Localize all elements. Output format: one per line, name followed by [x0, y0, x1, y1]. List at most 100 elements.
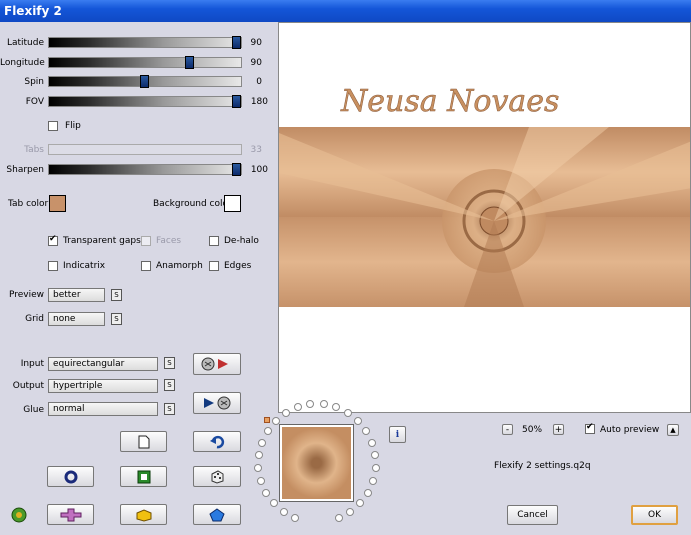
cube-icon	[136, 508, 151, 522]
output-label: Output	[12, 381, 44, 391]
grid-s-button[interactable]: S	[111, 313, 122, 325]
spin-value: 0	[256, 77, 262, 87]
background-color-swatch[interactable]	[224, 195, 241, 212]
longitude-slider[interactable]	[48, 56, 242, 69]
navigator-dot[interactable]	[269, 499, 278, 508]
navigator-dot[interactable]	[263, 426, 272, 435]
latitude-label: Latitude	[6, 38, 44, 48]
background-color-label: Background color	[153, 199, 232, 209]
fov-label: FOV	[25, 97, 44, 107]
glue-select[interactable]: normal	[48, 402, 158, 416]
output-s-button[interactable]: S	[164, 379, 175, 391]
tabs-slider	[48, 144, 242, 155]
navigator-dot[interactable]	[346, 507, 355, 516]
tab-color-swatch[interactable]	[49, 195, 66, 212]
navigator-dot[interactable]	[369, 476, 378, 485]
navigator-thumbnail[interactable]	[279, 424, 354, 502]
navigator-dot[interactable]	[254, 464, 263, 473]
auto-preview-checkbox[interactable]	[585, 422, 595, 434]
square-shape-button[interactable]	[120, 466, 167, 487]
flip-checkbox[interactable]	[48, 121, 58, 131]
longitude-slider-thumb[interactable]	[185, 56, 194, 69]
edges-label: Edges	[224, 261, 252, 271]
de-halo-checkbox[interactable]	[209, 236, 219, 246]
anamorph-label: Anamorph	[156, 261, 203, 271]
cancel-button[interactable]: Cancel	[507, 505, 558, 525]
navigator-dot[interactable]	[362, 426, 371, 435]
auto-preview-label: Auto preview	[600, 425, 660, 435]
preview-canvas[interactable]: Neusa Novaes	[278, 22, 691, 413]
glue-s-button[interactable]: S	[164, 403, 175, 415]
collapse-button[interactable]: ▲	[667, 424, 679, 436]
ok-label: OK	[648, 510, 661, 520]
navigator-dot[interactable]	[293, 403, 302, 412]
navigator-dot[interactable]	[282, 408, 290, 417]
transparent-gaps-checkbox[interactable]	[48, 234, 58, 246]
indicatrix-checkbox[interactable]	[48, 261, 58, 271]
latitude-value: 90	[250, 38, 262, 48]
zoom-in-button[interactable]: +	[553, 424, 564, 435]
sharpen-slider-thumb[interactable]	[232, 163, 241, 176]
navigator-dot[interactable]	[371, 451, 380, 460]
info-button[interactable]: i	[389, 426, 406, 443]
latitude-slider[interactable]	[48, 36, 242, 49]
ok-button[interactable]: OK	[631, 505, 678, 525]
grid-select[interactable]: none	[48, 312, 105, 326]
longitude-value: 90	[250, 58, 262, 68]
input-output-swap-button[interactable]	[193, 353, 241, 375]
glue-label: Glue	[23, 405, 44, 415]
fov-slider[interactable]	[48, 95, 242, 108]
preview-image: Neusa Novaes	[279, 84, 690, 307]
navigator-dot[interactable]	[334, 513, 343, 522]
undo-icon	[210, 435, 225, 448]
circle-shape-button[interactable]	[47, 466, 94, 487]
sharpen-value: 100	[250, 165, 268, 175]
navigator-dot[interactable]	[291, 513, 300, 522]
input-s-button[interactable]: S	[164, 357, 175, 369]
navigator-dot[interactable]	[271, 416, 280, 425]
navigator-dot[interactable]	[256, 476, 265, 485]
square-icon	[137, 470, 150, 483]
plugin-logo-icon	[9, 506, 29, 527]
collapse-icon: ▲	[670, 426, 676, 434]
navigator-dot[interactable]	[368, 438, 377, 447]
ring-icon	[64, 470, 77, 483]
grid-label: Grid	[25, 314, 44, 324]
faces-checkbox	[141, 236, 151, 246]
navigator-dot[interactable]	[343, 408, 352, 417]
tabs-value: 33	[250, 145, 262, 155]
spin-slider[interactable]	[48, 75, 242, 88]
navigator-dot[interactable]	[319, 400, 328, 409]
output-input-swap-button[interactable]	[193, 392, 241, 414]
output-select[interactable]: hypertriple	[48, 379, 158, 393]
cross-shape-button[interactable]	[47, 504, 94, 525]
spin-slider-thumb[interactable]	[140, 75, 149, 88]
cancel-label: Cancel	[517, 510, 548, 520]
undo-button[interactable]	[193, 431, 241, 452]
preview-mode-s-button[interactable]: S	[111, 289, 122, 301]
navigator-dot[interactable]	[257, 438, 266, 447]
zoom-value: 50%	[522, 425, 543, 435]
navigator-dot[interactable]	[363, 488, 372, 497]
preview-mode-select[interactable]: better	[48, 288, 105, 302]
fov-slider-thumb[interactable]	[232, 95, 241, 108]
faces-label: Faces	[156, 236, 182, 246]
sharpen-slider[interactable]	[48, 163, 242, 176]
input-select[interactable]: equirectangular	[48, 357, 158, 371]
randomize-button[interactable]	[193, 466, 241, 487]
edges-checkbox[interactable]	[209, 261, 219, 271]
polyhedron-shape-button[interactable]	[193, 504, 241, 525]
box-shape-button[interactable]	[120, 504, 167, 525]
window-title: Flexify 2	[4, 4, 62, 18]
navigator-dot[interactable]	[279, 507, 288, 516]
anamorph-checkbox[interactable]	[141, 261, 151, 271]
navigator-dot[interactable]	[371, 464, 380, 473]
de-halo-label: De-halo	[224, 236, 259, 246]
zoom-out-button[interactable]: -	[502, 424, 513, 435]
navigator-dot[interactable]	[254, 451, 263, 460]
navigator-dot[interactable]	[262, 488, 271, 497]
navigator-dot[interactable]	[356, 499, 365, 508]
navigator-marker	[264, 417, 270, 423]
navigator-dot[interactable]	[354, 416, 363, 425]
new-preset-button[interactable]	[120, 431, 167, 452]
